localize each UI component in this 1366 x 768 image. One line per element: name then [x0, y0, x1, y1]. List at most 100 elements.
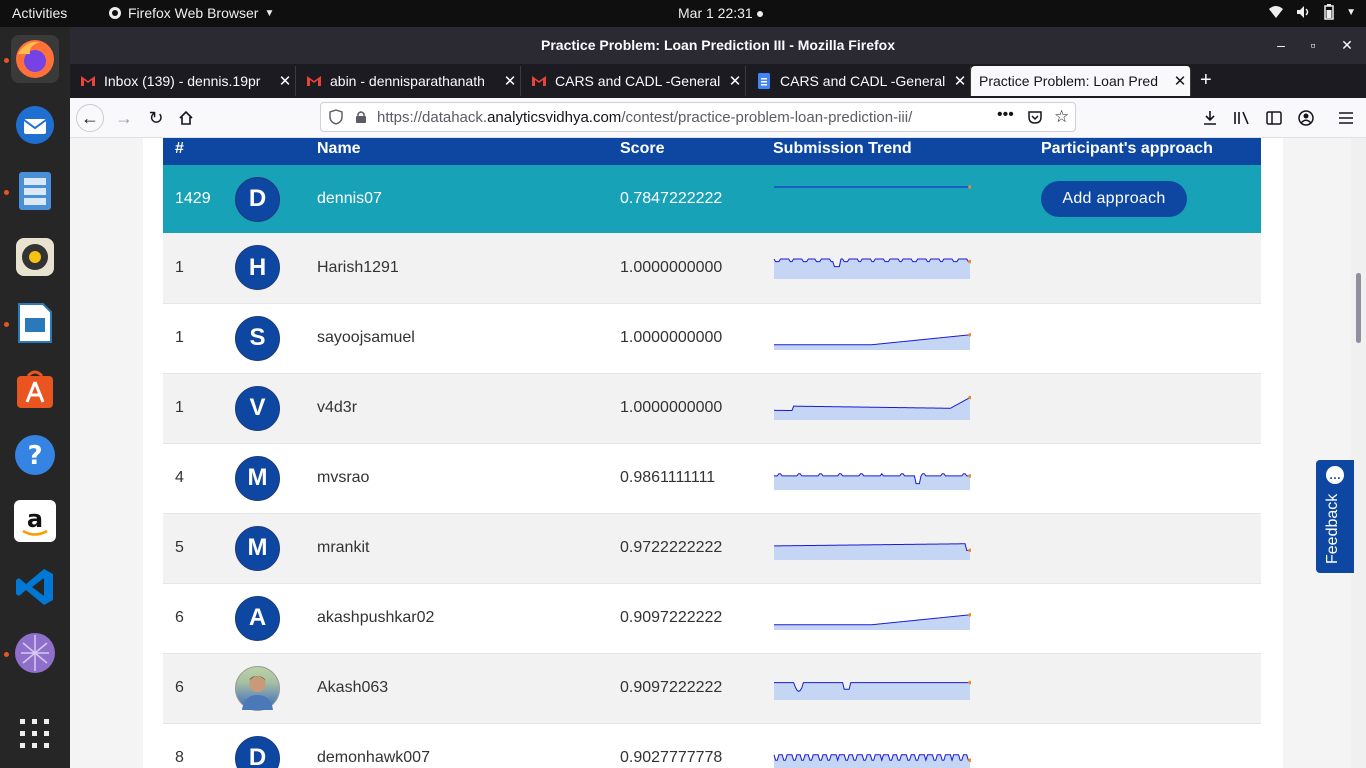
close-icon[interactable]: ✕: [275, 72, 295, 90]
url-bar[interactable]: https://datahack.analyticsvidhya.com/con…: [320, 102, 1076, 132]
minimize-icon[interactable]: –: [1266, 27, 1296, 64]
header-avatar: [235, 138, 317, 165]
page-viewport: # Name Score Submission Trend Participan…: [70, 138, 1351, 768]
name-cell[interactable]: v4d3r: [317, 373, 620, 443]
avatar[interactable]: M: [235, 455, 280, 501]
trend-sparkline: [774, 472, 972, 490]
reload-icon[interactable]: ↻: [142, 104, 170, 132]
name-cell[interactable]: Akash063: [317, 653, 620, 723]
system-top-bar: Activities Firefox Web Browser ▼ Mar 1 2…: [0, 0, 1366, 27]
score-cell: 0.7847222222: [620, 190, 723, 207]
table-row: 6 A akashpushkar02 0.9097222222: [163, 583, 1261, 653]
system-tray[interactable]: ▼: [1268, 4, 1356, 20]
avatar[interactable]: S: [235, 315, 280, 361]
close-icon[interactable]: ✕: [1170, 72, 1190, 90]
avatar-photo[interactable]: [235, 665, 280, 711]
network-app-icon[interactable]: [11, 629, 59, 677]
help-icon[interactable]: ?: [11, 431, 59, 479]
clock[interactable]: Mar 1 22:31: [678, 5, 763, 21]
firefox-window: Practice Problem: Loan Prediction III - …: [70, 27, 1366, 768]
maximize-icon[interactable]: ▫: [1298, 27, 1328, 64]
software-center-icon[interactable]: [11, 365, 59, 413]
amazon-icon[interactable]: a: [11, 497, 59, 545]
pocket-icon[interactable]: [1027, 109, 1043, 129]
tab-cars-docs[interactable]: CARS and CADL -General ✕: [746, 66, 971, 96]
lock-icon[interactable]: [355, 110, 369, 124]
forward-icon[interactable]: →: [110, 104, 138, 132]
close-icon[interactable]: ✕: [500, 72, 520, 90]
name-cell[interactable]: mvsrao: [317, 443, 620, 513]
avatar[interactable]: M: [235, 525, 280, 571]
activities-button[interactable]: Activities: [12, 5, 67, 21]
feedback-label: Feedback: [1324, 493, 1341, 564]
app-menu[interactable]: Firefox Web Browser ▼: [108, 5, 274, 21]
gmail-icon: [80, 73, 96, 89]
rank-cell: 6: [175, 609, 184, 626]
name-cell[interactable]: Harish1291: [317, 233, 620, 303]
trend-area: [774, 543, 970, 560]
score-cell: 1.0000000000: [620, 258, 723, 276]
avatar[interactable]: D: [235, 176, 280, 222]
shield-icon[interactable]: [329, 109, 345, 125]
avatar[interactable]: H: [235, 245, 280, 291]
score-cell: 0.9722222222: [620, 539, 723, 556]
tab-cars-gmail[interactable]: CARS and CADL -General ✕: [521, 66, 746, 96]
menu-icon[interactable]: [1332, 104, 1360, 132]
sidebar-icon[interactable]: [1260, 104, 1288, 132]
score-cell: 0.9097222222: [620, 679, 723, 696]
avatar[interactable]: D: [235, 735, 280, 768]
close-window-icon[interactable]: ✕: [1332, 27, 1362, 64]
close-icon[interactable]: ✕: [950, 72, 970, 90]
name-cell[interactable]: dennis07: [317, 165, 620, 233]
name-cell[interactable]: demonhawk007: [317, 723, 620, 768]
name-cell[interactable]: akashpushkar02: [317, 583, 620, 653]
tab-abin[interactable]: abin - dennisparathanath ✕: [296, 66, 521, 96]
header-approach: Participant's approach: [1041, 140, 1213, 157]
vscode-icon[interactable]: [11, 563, 59, 611]
tab-practice-problem[interactable]: Practice Problem: Loan Pred ✕: [971, 66, 1191, 96]
account-icon[interactable]: [1292, 104, 1320, 132]
tab-label: Practice Problem: Loan Pred: [979, 73, 1158, 89]
page-actions-icon[interactable]: •••: [997, 106, 1014, 124]
score-cell: 0.9027777778: [620, 749, 723, 766]
files-icon[interactable]: [11, 167, 59, 215]
header-trend: Submission Trend: [773, 140, 912, 157]
show-apps-icon[interactable]: [11, 710, 59, 758]
trend-area: [774, 614, 970, 630]
firefox-icon[interactable]: [11, 35, 59, 83]
approach-cell: [1041, 583, 1261, 653]
page-scrollbar[interactable]: [1351, 138, 1366, 768]
tab-inbox[interactable]: Inbox (139) - dennis.19pr ✕: [70, 66, 296, 96]
bookmark-star-icon[interactable]: ☆: [1054, 107, 1069, 127]
avatar[interactable]: A: [235, 595, 280, 641]
svg-text:?: ?: [27, 441, 42, 471]
trend-sparkline: [774, 612, 972, 630]
url-host: analyticsvidhya.com: [487, 108, 622, 126]
table-row: 6 Akash063 0.9097222222: [163, 653, 1261, 723]
score-cell: 1.0000000000: [620, 329, 723, 346]
back-icon[interactable]: ←: [76, 104, 104, 132]
feedback-tab[interactable]: … Feedback: [1316, 460, 1354, 573]
name-cell[interactable]: mrankit: [317, 513, 620, 583]
current-user-row: 1429 D dennis07 0.7847222222 Add approac…: [163, 165, 1261, 233]
header-name: Name: [317, 140, 361, 157]
name-cell[interactable]: sayoojsamuel: [317, 303, 620, 373]
score-cell: 0.9861111111: [620, 469, 716, 486]
close-icon[interactable]: ✕: [725, 72, 745, 90]
window-titlebar: Practice Problem: Loan Prediction III - …: [70, 27, 1366, 64]
trend-area: [774, 682, 970, 700]
library-icon[interactable]: [1228, 104, 1256, 132]
thunderbird-icon[interactable]: [11, 101, 59, 149]
downloads-icon[interactable]: [1196, 104, 1224, 132]
trend-sparkline: [774, 184, 972, 189]
scrollbar-thumb[interactable]: [1356, 273, 1361, 343]
tab-label: CARS and CADL -General: [780, 73, 946, 89]
avatar[interactable]: V: [235, 385, 280, 431]
home-icon[interactable]: [172, 104, 200, 132]
rank-cell: 6: [175, 679, 184, 696]
running-indicator: [4, 322, 9, 327]
rhythmbox-icon[interactable]: [11, 233, 59, 281]
new-tab-icon[interactable]: +: [1200, 70, 1212, 90]
add-approach-button[interactable]: Add approach: [1041, 181, 1187, 217]
libreoffice-impress-icon[interactable]: [11, 299, 59, 347]
